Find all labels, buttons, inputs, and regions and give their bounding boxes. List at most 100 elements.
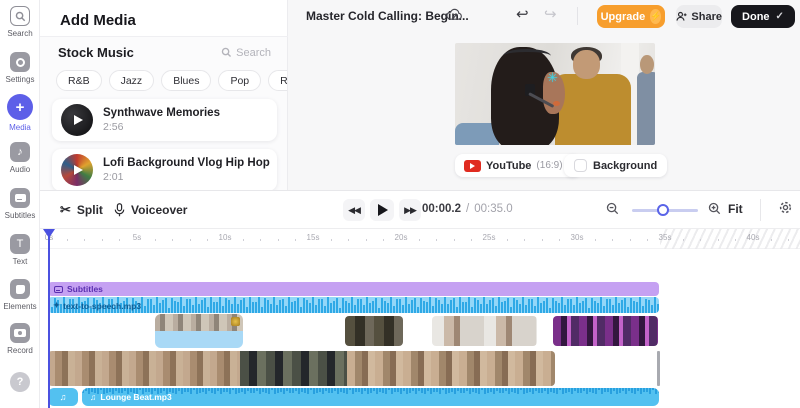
- man-mustard-shirt: [555, 73, 631, 145]
- sticker-asterisk: ✳: [547, 69, 558, 85]
- playhead-line[interactable]: [48, 231, 50, 408]
- redo-button[interactable]: ↪: [544, 5, 557, 23]
- main-video-track[interactable]: [48, 351, 555, 386]
- search-icon: [221, 47, 232, 58]
- lightning-icon: ⚡: [650, 9, 662, 24]
- format-label: YouTube: [486, 159, 532, 172]
- subtitles-icon: [10, 188, 30, 208]
- scissors-icon: ✂: [60, 202, 71, 217]
- music-duration: 2:01: [103, 171, 124, 183]
- overlay-clip-4[interactable]: [553, 316, 658, 346]
- split-button[interactable]: ✂ Split: [60, 200, 103, 220]
- music-title: Lofi Background Vlog Hip Hop: [103, 157, 270, 169]
- sidebar-label: Text: [12, 257, 28, 266]
- collapsed-clip[interactable]: [657, 351, 660, 386]
- sidebar-label: Subtitles: [4, 211, 36, 220]
- play-icon: [378, 204, 388, 216]
- sidebar-item-settings[interactable]: Settings: [0, 52, 40, 84]
- zoom-in-button[interactable]: [708, 202, 721, 220]
- video-editor-app: Search Settings + Media ♪ Audio Subtitle…: [0, 0, 800, 408]
- sidebar-item-record[interactable]: Record: [0, 323, 40, 355]
- add-media-icon: +: [7, 94, 33, 120]
- upgrade-button[interactable]: Upgrade ⚡: [597, 5, 665, 28]
- done-button[interactable]: Done ✓: [731, 5, 795, 28]
- done-label: Done: [742, 10, 770, 23]
- voiceover-label: Voiceover: [131, 203, 188, 217]
- music-audio-track[interactable]: ♫ Lounge Beat.mp3: [82, 388, 659, 406]
- stock-music-section: Stock Music Search R&B Jazz Blues Pop Ro…: [40, 37, 287, 190]
- panel-title: Add Media: [60, 12, 136, 29]
- timeline-settings-button[interactable]: [778, 200, 793, 220]
- aspect-ratio-button[interactable]: YouTube (16:9) ▾: [455, 154, 581, 177]
- man-head: [573, 50, 600, 79]
- genre-pill-pop[interactable]: Pop: [218, 70, 262, 91]
- microphone-icon: [114, 203, 125, 217]
- tts-audio-track[interactable]: ✦ text-to-speech.mp3: [48, 297, 659, 313]
- video-preview[interactable]: ✳: [455, 43, 655, 145]
- tts-track-label: text-to-speech.mp3: [63, 300, 142, 311]
- icon-rail: Search Settings + Media ♪ Audio Subtitle…: [0, 0, 40, 408]
- playhead-handle[interactable]: [43, 229, 55, 238]
- check-icon: ✓: [775, 11, 784, 22]
- zoom-slider[interactable]: [632, 204, 698, 216]
- sidebar-label: Audio: [9, 165, 31, 174]
- voiceover-button[interactable]: Voiceover: [114, 200, 187, 220]
- sparkle-icon: ✦: [53, 300, 61, 310]
- video-clip-segment[interactable]: [240, 351, 347, 386]
- music-track-label: Lounge Beat.mp3: [100, 392, 172, 402]
- overlay-clip-1[interactable]: [155, 314, 243, 348]
- background-person: [637, 71, 655, 145]
- video-clip-segment[interactable]: [347, 351, 555, 386]
- background-button[interactable]: Background: [564, 154, 668, 177]
- subtitles-track-label: Subtitles: [67, 284, 103, 294]
- sidebar-item-media[interactable]: + Media: [0, 94, 40, 132]
- sidebar-item-subtitles[interactable]: Subtitles: [0, 188, 40, 220]
- fast-forward-button[interactable]: ▶▶: [399, 199, 421, 221]
- audio-clip-short[interactable]: ♫: [48, 388, 78, 406]
- share-button[interactable]: Share: [676, 5, 722, 28]
- video-clip-segment[interactable]: [48, 351, 240, 386]
- music-item[interactable]: Lofi Background Vlog Hip Hop 2:01: [52, 149, 277, 190]
- project-title: Master Cold Calling: Begin...: [306, 9, 469, 23]
- genre-pill-blues[interactable]: Blues: [161, 70, 212, 91]
- album-art: [61, 104, 93, 136]
- subtitles-icon: [54, 285, 63, 293]
- subtitles-track[interactable]: Subtitles: [48, 282, 659, 296]
- zoom-slider-knob[interactable]: [657, 204, 669, 216]
- sidebar-label: Media: [9, 123, 31, 132]
- play-icon[interactable]: [73, 165, 83, 175]
- play-button[interactable]: [370, 199, 394, 221]
- total-time: 00:35.0: [474, 203, 513, 215]
- split-label: Split: [76, 203, 103, 217]
- divider: [577, 7, 578, 25]
- genre-pill-jazz[interactable]: Jazz: [108, 70, 155, 91]
- sidebar-item-audio[interactable]: ♪ Audio: [0, 142, 40, 174]
- overlay-clip-2[interactable]: [345, 316, 403, 346]
- genre-pill-rock[interactable]: Rock: [268, 70, 287, 91]
- text-icon: T: [10, 234, 30, 254]
- sidebar-label: Settings: [5, 75, 35, 84]
- sidebar-item-elements[interactable]: Elements: [0, 279, 40, 311]
- background-label: Background: [593, 159, 658, 172]
- help-button[interactable]: ?: [10, 372, 30, 392]
- play-icon[interactable]: [73, 115, 83, 125]
- rewind-button[interactable]: ◀◀: [343, 199, 365, 221]
- timeline-ruler[interactable]: 0s5s10s15s20s25s30s35s40s: [40, 229, 800, 249]
- divider: [760, 199, 761, 221]
- sidebar-label: Elements: [3, 302, 37, 311]
- music-duration: 2:56: [103, 121, 124, 133]
- add-media-panel: Add Media Stock Music Search R&B Jazz Bl…: [40, 0, 288, 190]
- camera-icon: [10, 323, 30, 343]
- undo-button[interactable]: ↩: [516, 5, 529, 23]
- fit-button[interactable]: Fit: [728, 202, 743, 216]
- music-item[interactable]: Synthwave Memories 2:56: [52, 99, 277, 141]
- time-separator: /: [466, 203, 470, 215]
- zoom-out-button[interactable]: [606, 202, 619, 220]
- sidebar-item-search[interactable]: Search: [0, 6, 40, 38]
- search-label: Search: [236, 46, 271, 59]
- sidebar-item-text[interactable]: T Text: [0, 234, 40, 266]
- overlay-clip-3[interactable]: [432, 316, 537, 346]
- stock-search-button[interactable]: Search: [221, 47, 271, 59]
- genre-pill-rnb[interactable]: R&B: [56, 70, 102, 91]
- search-icon: [10, 6, 30, 26]
